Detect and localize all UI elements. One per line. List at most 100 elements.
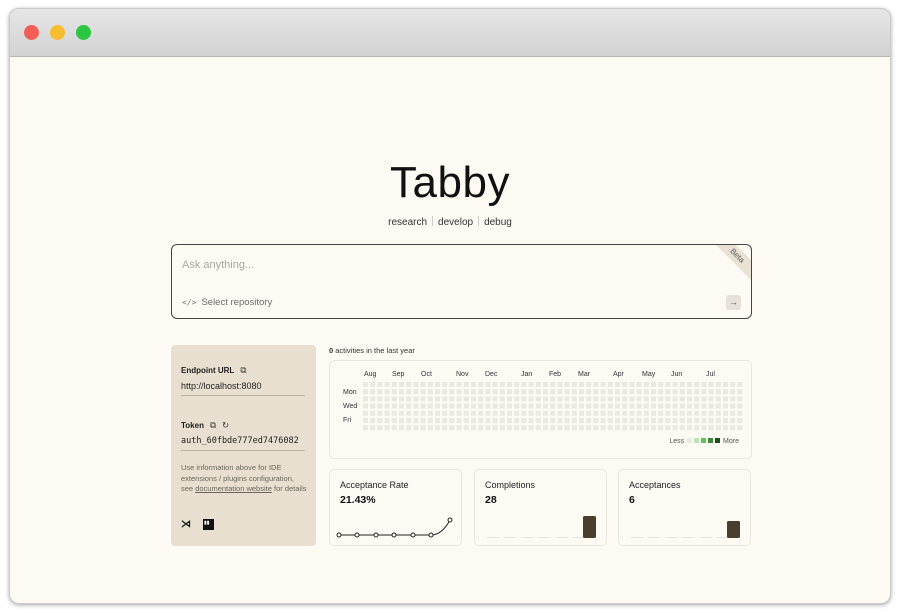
heatmap-cell bbox=[406, 396, 412, 402]
heatmap-cell bbox=[723, 410, 728, 416]
heatmap-cell bbox=[499, 410, 505, 416]
heatmap-cell bbox=[658, 382, 664, 387]
heatmap-cell bbox=[557, 418, 563, 423]
refresh-icon[interactable]: ↻ bbox=[222, 420, 229, 430]
month-label: Oct bbox=[421, 371, 432, 378]
heatmap-cell bbox=[737, 425, 743, 431]
heatmap-cell bbox=[442, 425, 448, 431]
heatmap-cell bbox=[679, 410, 685, 416]
heatmap-cell bbox=[701, 403, 707, 409]
heatmap-cell bbox=[708, 382, 714, 387]
heatmap-cell bbox=[391, 382, 397, 387]
heatmap-cell bbox=[550, 403, 556, 409]
heatmap-cell bbox=[679, 396, 685, 402]
copy-icon[interactable]: ⧉ bbox=[240, 365, 246, 375]
submit-button[interactable]: → bbox=[726, 295, 741, 310]
heatmap-cell bbox=[557, 389, 563, 395]
heatmap-cell bbox=[449, 403, 455, 409]
heatmap-cell bbox=[579, 418, 584, 423]
minimize-window-button[interactable] bbox=[50, 25, 65, 40]
heatmap-cell bbox=[478, 403, 484, 409]
heatmap-cell bbox=[557, 382, 563, 387]
heatmap-cell bbox=[672, 396, 678, 402]
legend-swatch bbox=[687, 438, 693, 443]
heatmap-cell bbox=[643, 396, 649, 402]
heatmap-cell bbox=[507, 410, 512, 416]
heatmap-cell bbox=[564, 410, 570, 416]
heatmap-cell bbox=[471, 403, 476, 409]
heatmap-cell bbox=[593, 425, 599, 431]
ask-input[interactable] bbox=[182, 259, 662, 271]
heatmap-cell bbox=[456, 410, 462, 416]
bar bbox=[538, 537, 551, 538]
heatmap-cell bbox=[435, 410, 440, 416]
jetbrains-icon[interactable]: ▮▮ bbox=[203, 519, 214, 530]
day-label: Wed bbox=[343, 403, 358, 410]
heatmap-cell bbox=[658, 389, 664, 395]
heatmap-cell bbox=[456, 425, 462, 431]
heatmap-cell bbox=[571, 418, 577, 423]
heatmap-cell bbox=[427, 396, 433, 402]
ide-info-text: Use information above for IDE extensions… bbox=[181, 463, 307, 493]
heatmap-cell bbox=[615, 410, 620, 416]
heatmap-cell bbox=[535, 382, 541, 387]
heatmap-cell bbox=[377, 418, 383, 423]
heatmap-cell bbox=[456, 396, 462, 402]
month-label: Aug bbox=[364, 371, 377, 378]
vscode-icon[interactable]: ⋊ bbox=[181, 519, 192, 530]
heatmap-cell bbox=[600, 389, 606, 395]
heatmap-cell bbox=[514, 410, 520, 416]
heatmap-cell bbox=[485, 403, 491, 409]
sparkline-point bbox=[354, 532, 360, 538]
contribution-grid bbox=[363, 382, 743, 431]
heatmap-cell bbox=[665, 418, 671, 423]
heatmap-cell bbox=[535, 389, 541, 395]
bar bbox=[631, 537, 644, 538]
activity-summary: 0 activities in the last year bbox=[329, 346, 415, 355]
heatmap-cell bbox=[600, 410, 606, 416]
month-label: Sep bbox=[392, 371, 405, 378]
heatmap-cell bbox=[528, 389, 534, 395]
heatmap-cell bbox=[499, 403, 505, 409]
heatmap-cell bbox=[564, 425, 570, 431]
heatmap-cell bbox=[687, 382, 692, 387]
heatmap-cell bbox=[478, 425, 484, 431]
heatmap-cell bbox=[521, 425, 527, 431]
legend-swatch bbox=[708, 438, 714, 443]
heatmap-cell bbox=[478, 382, 484, 387]
heatmap-cell bbox=[550, 425, 556, 431]
select-repository-button[interactable]: </> Select repository bbox=[182, 297, 272, 308]
heatmap-cell bbox=[391, 389, 397, 395]
bar bbox=[716, 537, 729, 538]
heatmap-cell bbox=[651, 425, 656, 431]
heatmap-cell bbox=[420, 403, 426, 409]
documentation-link[interactable]: documentation website bbox=[195, 484, 272, 493]
heatmap-cell bbox=[694, 425, 700, 431]
heatmap-cell bbox=[643, 410, 649, 416]
heatmap-cell bbox=[420, 396, 426, 402]
heatmap-cell bbox=[672, 418, 678, 423]
bar bbox=[583, 516, 596, 538]
heatmap-cell bbox=[687, 418, 692, 423]
heatmap-cell bbox=[420, 410, 426, 416]
close-window-button[interactable] bbox=[24, 25, 39, 40]
heatmap-cell bbox=[521, 403, 527, 409]
heatmap-cell bbox=[543, 382, 548, 387]
maximize-window-button[interactable] bbox=[76, 25, 91, 40]
heatmap-cell bbox=[420, 389, 426, 395]
heatmap-cell bbox=[456, 403, 462, 409]
heatmap-cell bbox=[715, 425, 721, 431]
sparkline-point bbox=[336, 532, 342, 538]
heatmap-cell bbox=[507, 425, 512, 431]
heatmap-cell bbox=[636, 410, 642, 416]
heatmap-cell bbox=[687, 425, 692, 431]
heatmap-cell bbox=[413, 396, 419, 402]
copy-icon[interactable]: ⧉ bbox=[210, 420, 216, 430]
heatmap-cell bbox=[463, 396, 469, 402]
heatmap-cell bbox=[672, 382, 678, 387]
tagline: research develop debug bbox=[0, 216, 900, 228]
legend-less-label: Less bbox=[669, 438, 685, 445]
heatmap-cell bbox=[715, 396, 721, 402]
ask-box: Beta </> Select repository → bbox=[171, 244, 752, 319]
heatmap-cell bbox=[579, 425, 584, 431]
